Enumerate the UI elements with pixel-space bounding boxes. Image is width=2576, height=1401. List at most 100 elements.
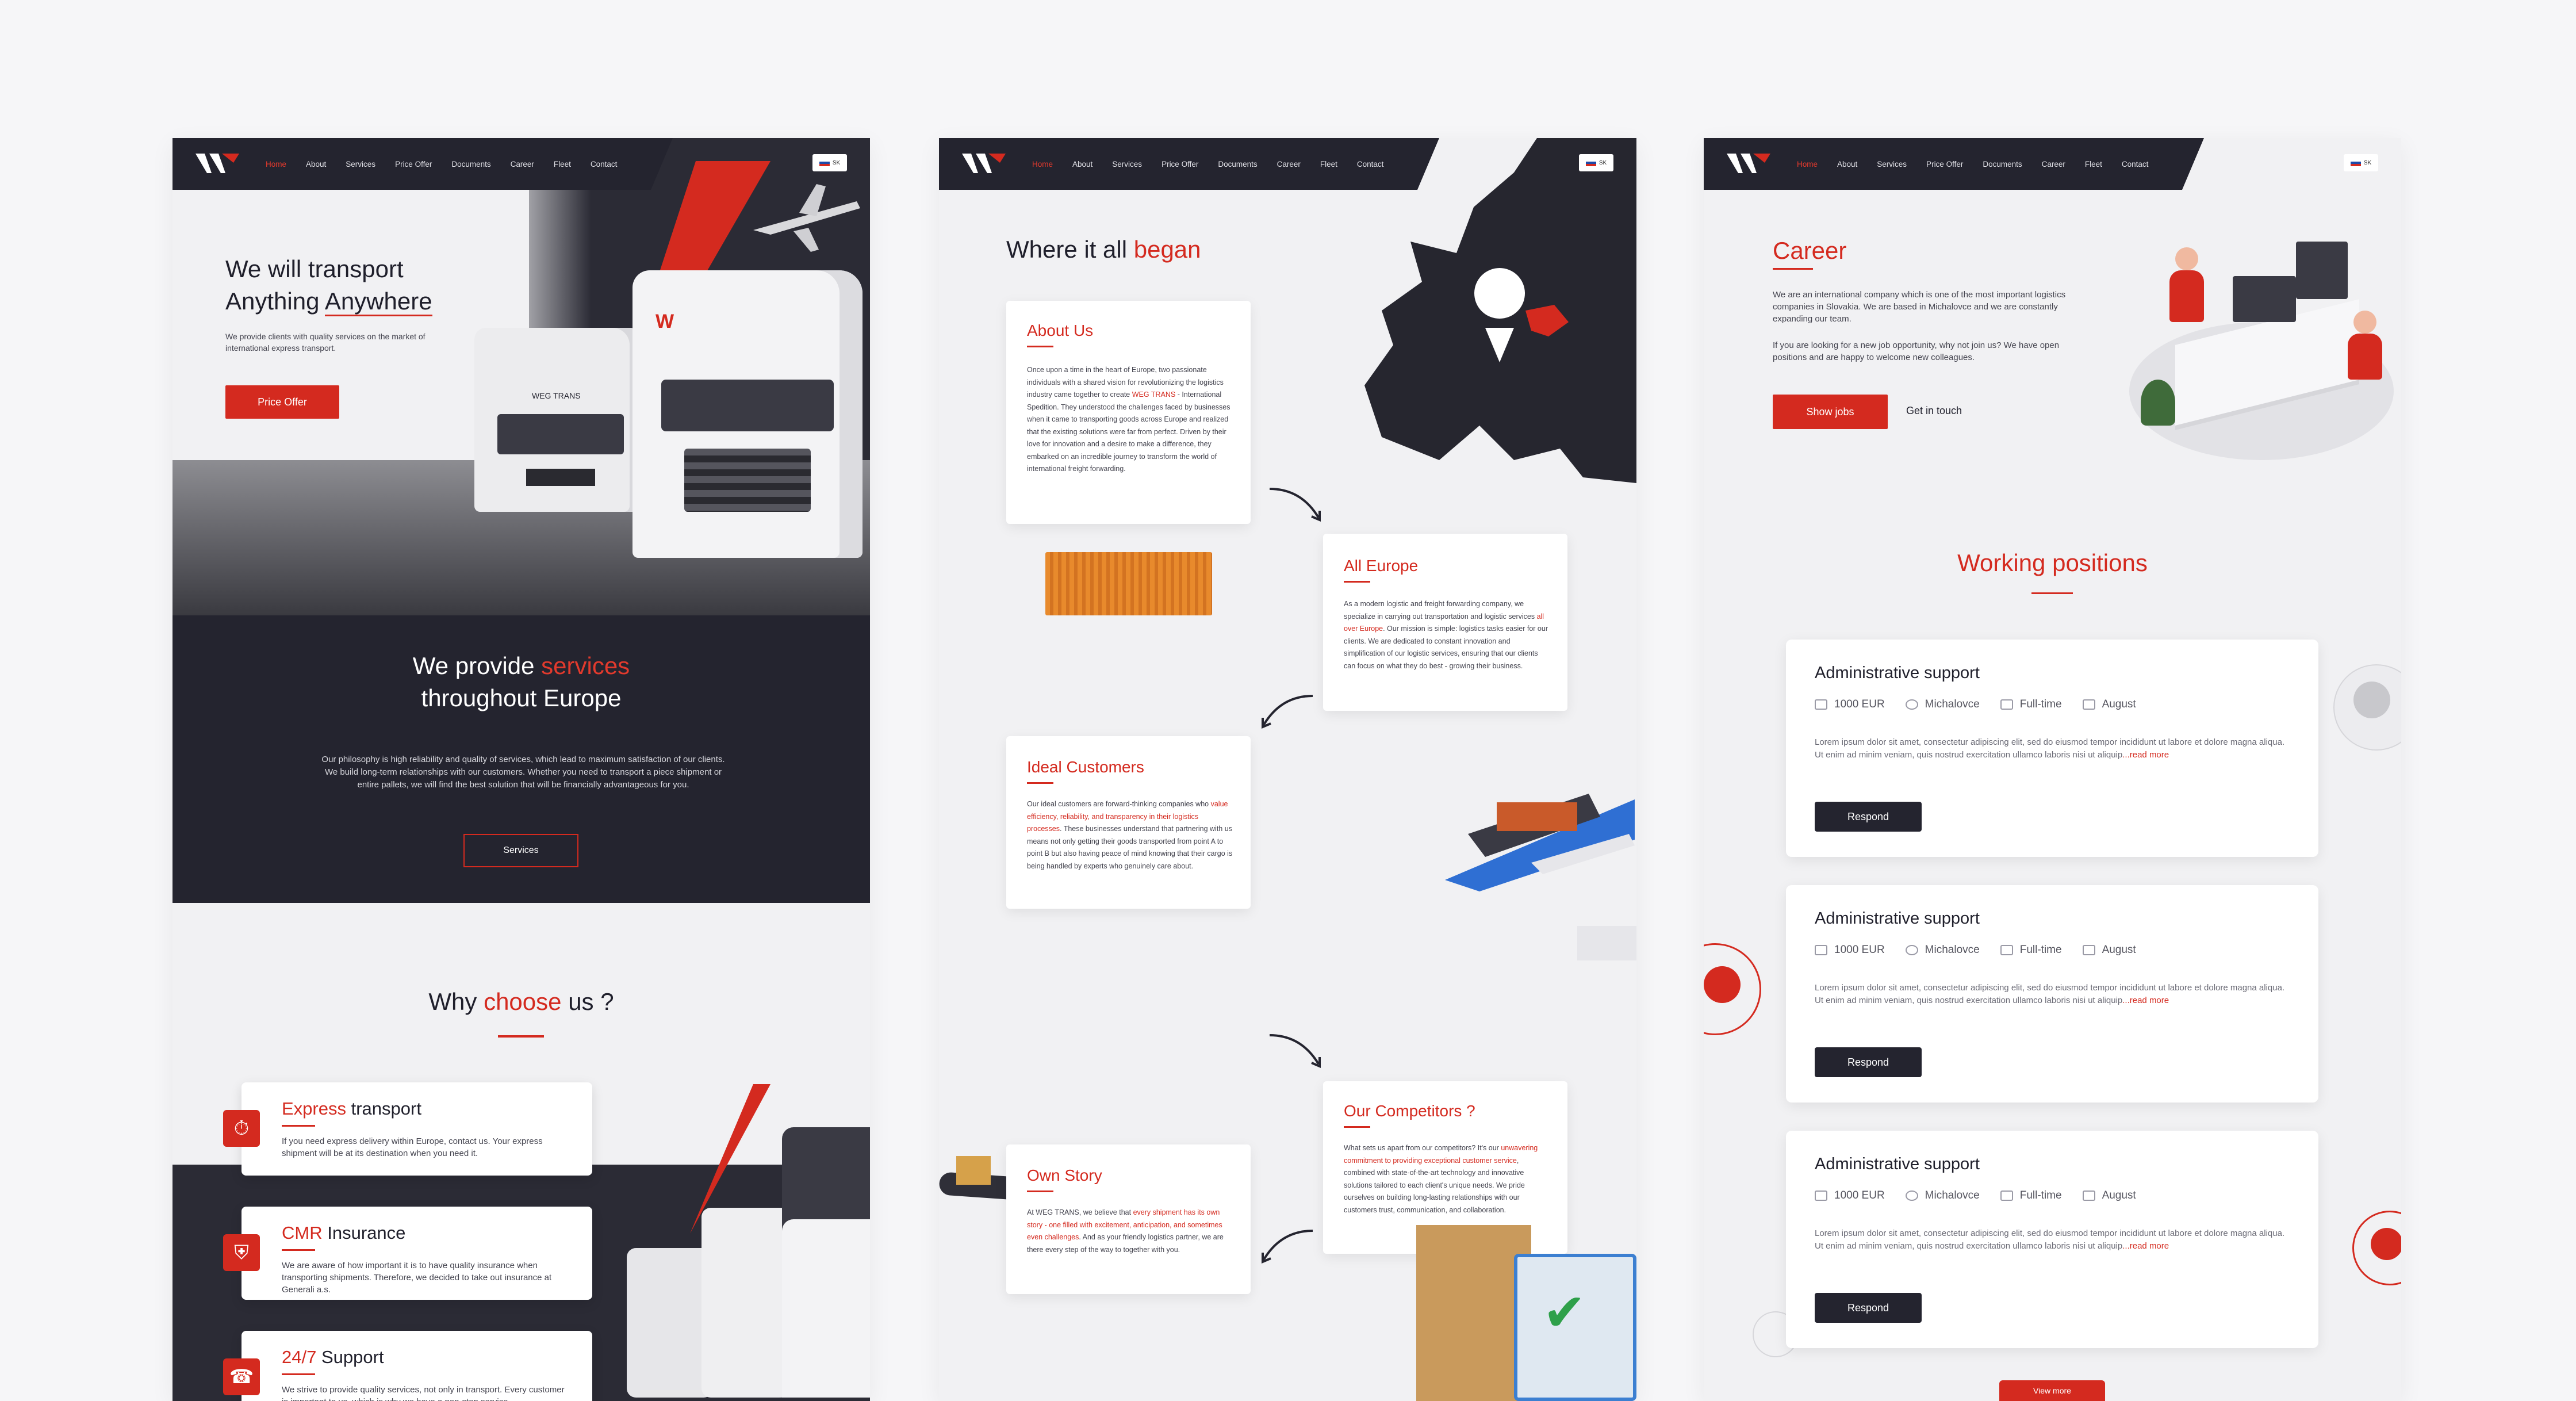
location: Michalovce (1905, 1189, 1980, 1202)
nav-services[interactable]: Services (1877, 160, 1907, 169)
positions-underline (2031, 592, 2073, 594)
calendar-icon (2082, 699, 2095, 710)
career-paragraph-2: If you are looking for a new job opportu… (1773, 340, 2060, 362)
feature-card-cmr: CMR Insurance We are aware of how import… (241, 1207, 592, 1300)
job-card: Administrative support 1000 EUR Michalov… (1786, 640, 2318, 857)
sk-flag-icon (2350, 159, 2361, 166)
nav-contact[interactable]: Contact (1357, 160, 1384, 169)
arrow-left-down-icon-2 (1262, 1230, 1313, 1264)
nav-about[interactable]: About (306, 160, 326, 169)
language-switch[interactable]: SK (812, 154, 847, 171)
nav-price-offer[interactable]: Price Offer (395, 160, 432, 169)
nav-fleet[interactable]: Fleet (554, 160, 571, 169)
language-switch[interactable]: SK (2344, 154, 2378, 171)
nav-home[interactable]: Home (1797, 160, 1818, 169)
about-card-ideal-customers: Ideal Customers Our ideal customers are … (1006, 736, 1251, 909)
user-icon-red (1704, 966, 1741, 1003)
location-pin-icon (1905, 1191, 1918, 1201)
language-switch[interactable]: SK (1579, 154, 1613, 171)
location-pin-icon (1905, 699, 1918, 710)
sk-flag-icon (819, 159, 830, 166)
job-type: Full-time (2000, 1189, 2062, 1202)
money-icon (1815, 1191, 1827, 1201)
price-offer-button[interactable]: Price Offer (225, 385, 339, 419)
nav-fleet[interactable]: Fleet (2085, 160, 2102, 169)
about-card-own-story: Own Story At WEG TRANS, we believe that … (1006, 1144, 1251, 1294)
why-title: Why choose us ? (428, 988, 614, 1015)
job-card: Administrative support 1000 EUR Michalov… (1786, 885, 2318, 1103)
user-icon-red-2 (2371, 1228, 2401, 1260)
about-title: Where it all began (1006, 236, 1201, 263)
services-title: We provide services throughout Europe (412, 652, 630, 711)
read-more-link[interactable]: ...read more (2122, 996, 2169, 1005)
nav-career[interactable]: Career (1277, 160, 1301, 169)
show-jobs-button[interactable]: Show jobs (1773, 395, 1888, 429)
salary: 1000 EUR (1815, 698, 1885, 711)
nav-documents[interactable]: Documents (1983, 160, 2022, 169)
view-more-button[interactable]: View more (1999, 1380, 2105, 1401)
arrow-right-down-icon-2 (1269, 1034, 1321, 1069)
nav-price-offer[interactable]: Price Offer (1162, 160, 1198, 169)
career-page-mockup: Home About Services Price Offer Document… (1704, 138, 2401, 1401)
calendar-icon (2082, 1191, 2095, 1201)
nav-contact[interactable]: Contact (2122, 160, 2149, 169)
nav-home[interactable]: Home (266, 160, 286, 169)
box-checklist-image: ✔ (1416, 1214, 1636, 1401)
start-date: August (2082, 698, 2136, 711)
briefcase-icon (2000, 1191, 2013, 1201)
plane-icon (753, 184, 860, 252)
checkmark-icon: ✔ (1543, 1284, 1586, 1342)
nav-documents[interactable]: Documents (1218, 160, 1257, 169)
career-title: Career (1773, 237, 1847, 264)
nav-price-offer[interactable]: Price Offer (1926, 160, 1963, 169)
container-image (1045, 552, 1212, 615)
read-more-link[interactable]: ...read more (2122, 1241, 2169, 1251)
calendar-icon (2082, 945, 2095, 955)
services-text: Our philosophy is high reliability and q… (321, 755, 725, 790)
salary: 1000 EUR (1815, 944, 1885, 956)
briefcase-icon (2000, 945, 2013, 955)
about-card-about-us: About Us Once upon a time in the heart o… (1006, 301, 1251, 524)
services-band: We provide services throughout Europe Ou… (172, 615, 870, 903)
nav-about[interactable]: About (1837, 160, 1857, 169)
why-trucks-image (627, 1104, 870, 1401)
money-icon (1815, 699, 1827, 710)
nav-career[interactable]: Career (511, 160, 534, 169)
start-date: August (2082, 944, 2136, 956)
sk-flag-icon (1585, 159, 1596, 166)
hero-section: WEG TRANS W (172, 138, 870, 615)
respond-button[interactable]: Respond (1815, 1293, 1922, 1323)
read-more-link[interactable]: ...read more (2122, 750, 2169, 760)
truck-logo: W (656, 311, 674, 332)
get-in-touch-link[interactable]: Get in touch (1906, 405, 1962, 417)
logo[interactable] (960, 150, 1008, 178)
nav-home[interactable]: Home (1032, 160, 1053, 169)
money-icon (1815, 945, 1827, 955)
respond-button[interactable]: Respond (1815, 802, 1922, 832)
nav-services[interactable]: Services (346, 160, 375, 169)
respond-button[interactable]: Respond (1815, 1047, 1922, 1077)
services-button[interactable]: Services (463, 834, 578, 867)
location-pin-icon (1905, 945, 1918, 955)
nav-services[interactable]: Services (1112, 160, 1142, 169)
top-nav: Home About Services Price Offer Document… (939, 138, 1439, 190)
nav-documents[interactable]: Documents (451, 160, 490, 169)
nav-about[interactable]: About (1072, 160, 1092, 169)
headset-icon: ☎ (223, 1358, 260, 1395)
stopwatch-icon: ⏱ (223, 1110, 260, 1147)
nav-contact[interactable]: Contact (591, 160, 618, 169)
top-nav: Home About Services Price Offer Document… (172, 138, 673, 190)
location: Michalovce (1905, 944, 1980, 956)
hero-title: We will transport Anything Anywhere (225, 253, 432, 317)
nav-fleet[interactable]: Fleet (1320, 160, 1337, 169)
logo[interactable] (193, 150, 241, 178)
ship-plane-image (1445, 748, 1636, 978)
start-date: August (2082, 1189, 2136, 1202)
positions-title: Working positions (1957, 549, 2148, 576)
hero-subtitle: We provide clients with quality services… (225, 332, 425, 353)
job-type: Full-time (2000, 944, 2062, 956)
nav-career[interactable]: Career (2042, 160, 2065, 169)
about-page-mockup: Home About Services Price Offer Document… (939, 138, 1636, 1401)
logo[interactable] (1724, 150, 1773, 178)
shield-icon: ⛨ (223, 1234, 260, 1271)
